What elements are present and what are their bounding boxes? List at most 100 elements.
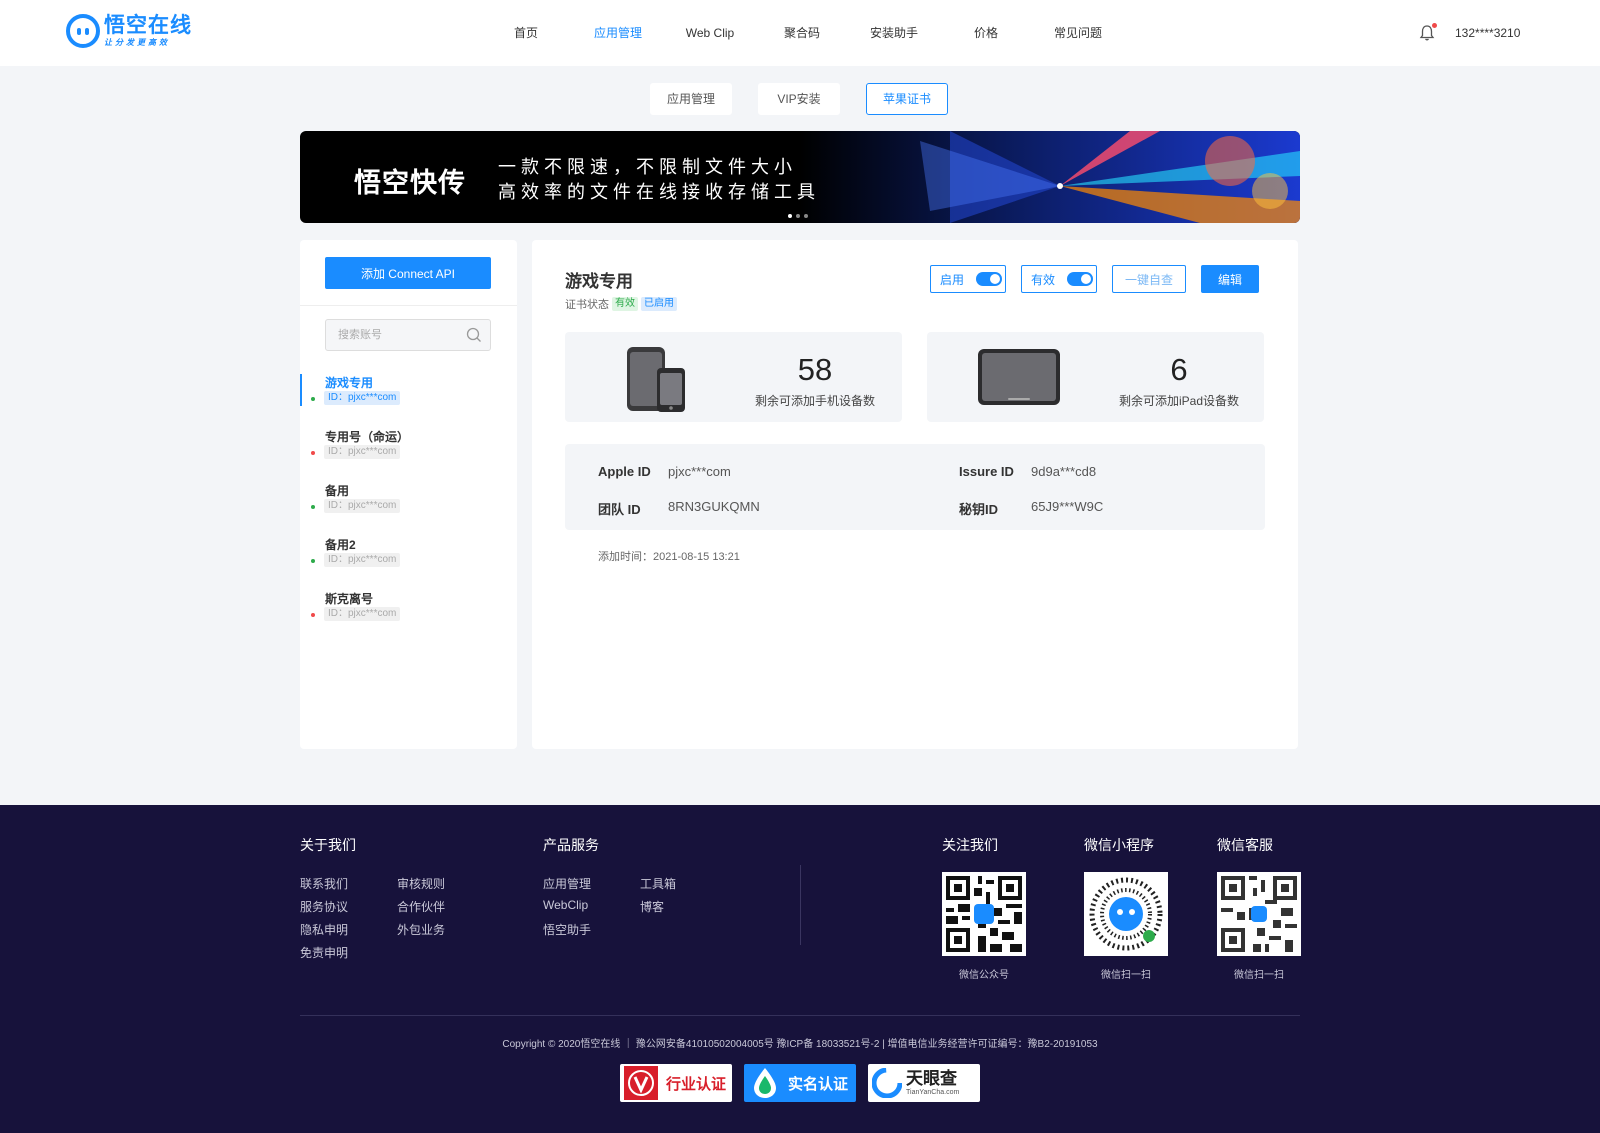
account-search	[325, 319, 491, 351]
edit-button[interactable]: 编辑	[1201, 265, 1259, 293]
footer-about-heading: 关于我们	[300, 837, 356, 853]
nav-pricing[interactable]: 价格	[940, 0, 1032, 66]
ipad-remaining-count: 6	[1170, 352, 1188, 387]
top-header: 悟空在线 让分发更高效 首页 应用管理 Web Clip 聚合码 安装助手 价格…	[0, 0, 1600, 66]
logo[interactable]: 悟空在线 让分发更高效	[66, 14, 192, 48]
user-account[interactable]: 132****3210	[1455, 26, 1520, 40]
notification-badge	[1432, 23, 1437, 28]
tianyancha-badge[interactable]: 天眼查 TianYanCha.com	[868, 1064, 980, 1102]
footer-link[interactable]: 博客	[640, 898, 664, 915]
banner-artwork	[800, 131, 1300, 223]
qr-caption: 微信公众号	[959, 970, 1009, 981]
nav-install-helper[interactable]: 安装助手	[848, 0, 940, 66]
status-label: 证书状态	[565, 299, 609, 311]
nav-faq[interactable]: 常见问题	[1032, 0, 1124, 66]
toggle-switch-icon[interactable]	[1067, 272, 1094, 286]
carousel-dot[interactable]	[796, 214, 800, 218]
toggle-switch-icon[interactable]	[976, 272, 1003, 286]
ipad-icon	[978, 349, 1060, 405]
banner-title: 悟空快传	[354, 168, 466, 198]
promo-banner[interactable]: 悟空快传 一款不限速，不限制文件大小 高效率的文件在线接收存储工具	[300, 131, 1300, 223]
account-name: 备用2	[325, 538, 356, 552]
enable-toggle[interactable]: 启用	[930, 265, 1006, 293]
valid-toggle[interactable]: 有效	[1021, 265, 1097, 293]
nav-home[interactable]: 首页	[480, 0, 572, 66]
footer-link[interactable]: 审核规则	[397, 875, 445, 892]
status-dot	[311, 613, 315, 617]
added-time: 添加时间：2021-08-15 13:21	[598, 551, 740, 563]
badge-subtext: TianYanCha.com	[906, 1089, 960, 1096]
footer-products-heading: 产品服务	[543, 837, 599, 853]
certificate-status: 证书状态 有效 已启用	[565, 296, 677, 312]
logo-title: 悟空在线	[104, 14, 192, 37]
account-item[interactable]: 备用 ID：pjxc***com	[300, 482, 517, 522]
footer-link[interactable]: 联系我们	[300, 875, 348, 892]
account-item[interactable]: 专用号（命运） ID：pjxc***com	[300, 428, 517, 468]
issure-id-label: Issure ID	[959, 464, 1014, 479]
phone-remaining-count: 58	[797, 352, 833, 387]
footer-link[interactable]: WebClip	[543, 898, 588, 912]
certificate-detail: 游戏专用 证书状态 有效 已启用 启用 有效 一键自查 编辑 58 剩余可添加手…	[532, 240, 1298, 749]
badge-label: 实名认证	[788, 1075, 849, 1093]
account-name: 专用号（命运）	[325, 430, 410, 444]
footer-link[interactable]: 工具箱	[640, 875, 676, 892]
nav-web-clip[interactable]: Web Clip	[664, 0, 756, 66]
divider	[300, 305, 517, 306]
self-check-button[interactable]: 一键自查	[1112, 265, 1186, 293]
footer-link[interactable]: 免责申明	[300, 944, 348, 961]
real-name-certification-badge[interactable]: 实名认证	[744, 1064, 856, 1102]
tab-vip-install[interactable]: VIP安装	[758, 83, 840, 115]
add-connect-api-button[interactable]: 添加 Connect API	[325, 257, 491, 289]
account-id: ID：pjxc***com	[324, 499, 401, 513]
qr-caption: 微信扫一扫	[1234, 970, 1284, 981]
apple-id-value: pjxc***com	[668, 464, 731, 479]
mini-program-heading: 微信小程序	[1084, 837, 1154, 853]
tab-apple-certificate[interactable]: 苹果证书	[866, 83, 948, 115]
mini-program-qr-icon	[1084, 872, 1168, 956]
wechat-official-qr-icon	[942, 872, 1026, 956]
status-dot	[311, 397, 315, 401]
account-id: ID：pjxc***com	[324, 607, 401, 621]
account-id: ID：pjxc***com	[324, 445, 401, 459]
sub-tabs: 应用管理 VIP安装 苹果证书	[650, 83, 948, 115]
tab-app-management[interactable]: 应用管理	[650, 83, 732, 115]
team-id-label: 团队 ID	[598, 502, 641, 517]
secret-id-label: 秘钥ID	[959, 502, 999, 517]
customer-service-qr-icon	[1217, 872, 1301, 956]
footer-link[interactable]: 隐私申明	[300, 921, 348, 938]
account-item[interactable]: 游戏专用 ID：pjxc***com	[300, 374, 517, 414]
status-badge-enabled: 已启用	[641, 297, 677, 311]
certification-icon	[624, 1066, 658, 1100]
search-icon[interactable]	[466, 327, 482, 343]
footer-link[interactable]: 应用管理	[543, 875, 591, 892]
banner-slogan-1: 一款不限速，不限制文件大小	[498, 157, 797, 177]
phone-stat-card: 58 剩余可添加手机设备数	[565, 332, 902, 422]
footer-link[interactable]: 合作伙伴	[397, 898, 445, 915]
footer-link[interactable]: 悟空助手	[543, 921, 591, 938]
certificate-title: 游戏专用	[565, 272, 633, 291]
phone-icon	[627, 347, 685, 412]
nav-aggregate-code[interactable]: 聚合码	[756, 0, 848, 66]
footer-link[interactable]: 外包业务	[397, 921, 445, 938]
qr-caption: 微信扫一扫	[1101, 970, 1151, 981]
enable-label: 启用	[940, 272, 965, 287]
carousel-dot[interactable]	[788, 214, 792, 218]
badge-label: 天眼查	[906, 1069, 957, 1088]
site-footer: 关于我们 联系我们 审核规则 服务协议 合作伙伴 隐私申明 外包业务 免责申明 …	[0, 805, 1600, 1133]
logo-subtitle: 让分发更高效	[104, 38, 170, 47]
carousel-dots	[788, 214, 808, 218]
status-dot	[311, 505, 315, 509]
valid-label: 有效	[1031, 272, 1056, 287]
industry-certification-badge[interactable]: 行业认证	[620, 1064, 732, 1102]
footer-link[interactable]: 服务协议	[300, 898, 348, 915]
account-id: ID：pjxc***com	[324, 553, 401, 567]
carousel-dot[interactable]	[804, 214, 808, 218]
account-id: ID：pjxc***com	[324, 391, 401, 405]
account-item[interactable]: 斯克离号 ID：pjxc***com	[300, 590, 517, 630]
account-item[interactable]: 备用2 ID：pjxc***com	[300, 536, 517, 576]
certificate-info: Apple ID pjxc***com Issure ID 9d9a***cd8…	[565, 444, 1265, 530]
footer-divider	[800, 865, 801, 945]
search-input[interactable]	[326, 320, 466, 350]
nav-app-management[interactable]: 应用管理	[572, 0, 664, 66]
logo-icon	[66, 14, 100, 48]
